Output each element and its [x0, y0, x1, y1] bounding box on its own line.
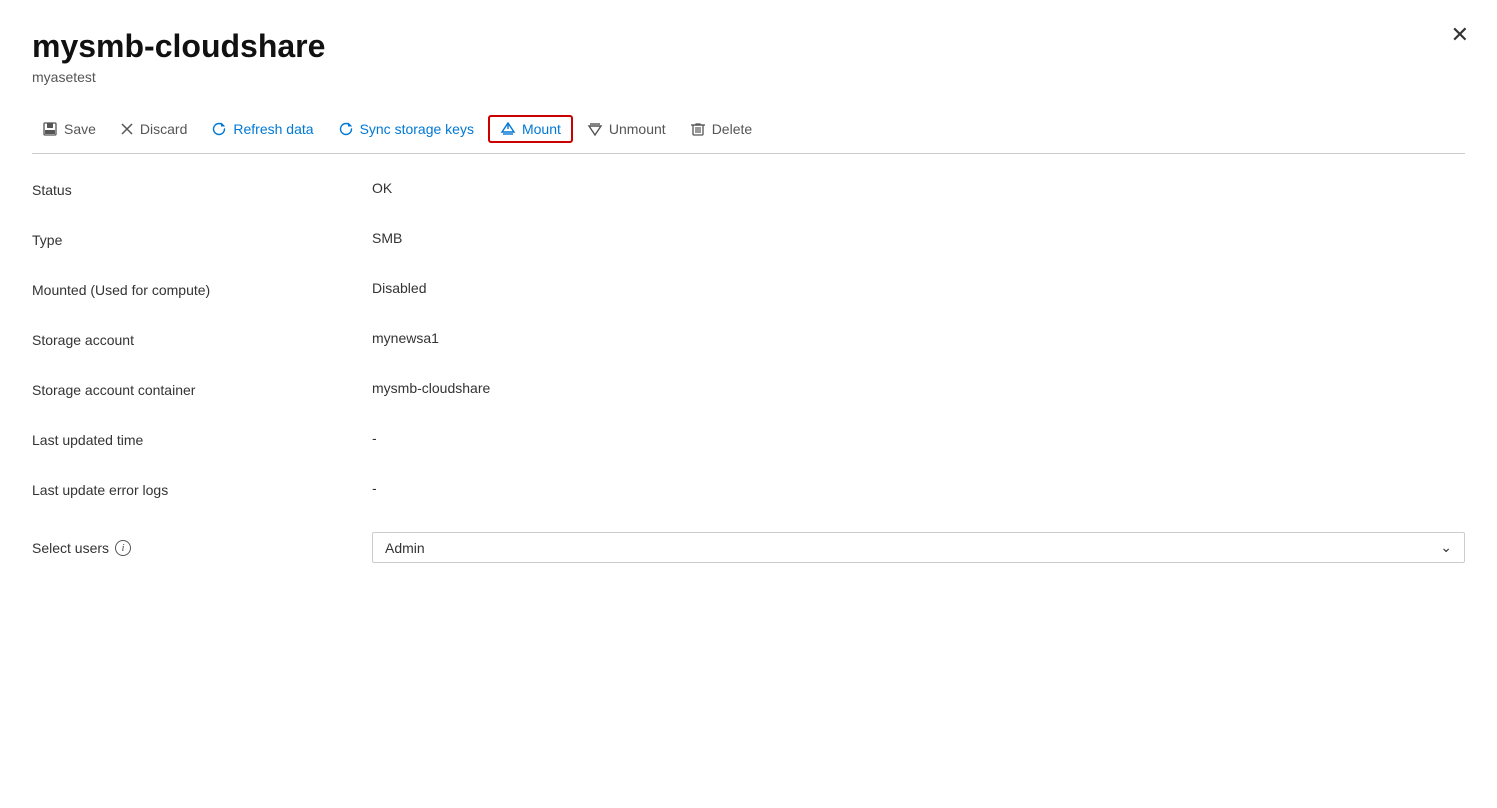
field-label-mounted: Mounted (Used for compute) [32, 280, 372, 298]
field-label-status: Status [32, 180, 372, 198]
field-label-storage-account: Storage account [32, 330, 372, 348]
save-icon [42, 121, 58, 137]
discard-button[interactable]: Discard [110, 115, 197, 143]
field-row-storage-container: Storage account container mysmb-cloudsha… [32, 364, 1465, 414]
field-row-mounted: Mounted (Used for compute) Disabled [32, 264, 1465, 314]
refresh-label: Refresh data [233, 121, 313, 137]
mount-button[interactable]: Mount [488, 115, 573, 143]
content-area: Status OK Type SMB Mounted (Used for com… [32, 154, 1465, 583]
select-users-dropdown[interactable]: Admin ⌄ [372, 532, 1465, 563]
select-users-info-icon: i [115, 540, 131, 556]
discard-label: Discard [140, 121, 187, 137]
discard-icon [120, 122, 134, 136]
field-row-last-updated: Last updated time - [32, 414, 1465, 464]
field-label-last-updated: Last updated time [32, 430, 372, 448]
select-users-text: Select users [32, 540, 109, 556]
delete-icon [690, 121, 706, 137]
unmount-icon [587, 121, 603, 137]
select-users-label: Select users i [32, 540, 372, 556]
field-row-storage-account: Storage account mynewsa1 [32, 314, 1465, 364]
toolbar: Save Discard Refresh data [32, 105, 1465, 154]
panel: ✕ mysmb-cloudshare myasetest Save [0, 0, 1497, 808]
delete-button[interactable]: Delete [680, 115, 762, 143]
sync-icon [338, 121, 354, 137]
sync-button[interactable]: Sync storage keys [328, 115, 484, 143]
unmount-button[interactable]: Unmount [577, 115, 676, 143]
refresh-icon [211, 121, 227, 137]
delete-label: Delete [712, 121, 752, 137]
mount-icon [500, 121, 516, 137]
close-button[interactable]: ✕ [1451, 24, 1469, 46]
field-value-mounted: Disabled [372, 280, 1465, 296]
panel-subtitle: myasetest [32, 69, 1465, 85]
field-value-error-logs: - [372, 480, 1465, 496]
field-value-status: OK [372, 180, 1465, 196]
select-users-value: Admin [385, 540, 425, 556]
field-value-storage-account: mynewsa1 [372, 330, 1465, 346]
field-value-type: SMB [372, 230, 1465, 246]
field-label-storage-container: Storage account container [32, 380, 372, 398]
save-button[interactable]: Save [32, 115, 106, 143]
unmount-label: Unmount [609, 121, 666, 137]
field-label-error-logs: Last update error logs [32, 480, 372, 498]
chevron-down-icon: ⌄ [1440, 539, 1452, 556]
refresh-button[interactable]: Refresh data [201, 115, 323, 143]
field-value-last-updated: - [372, 430, 1465, 446]
field-label-type: Type [32, 230, 372, 248]
field-row-type: Type SMB [32, 214, 1465, 264]
save-label: Save [64, 121, 96, 137]
field-value-storage-container: mysmb-cloudshare [372, 380, 1465, 396]
panel-title: mysmb-cloudshare [32, 28, 1465, 65]
field-row-status: Status OK [32, 164, 1465, 214]
field-row-error-logs: Last update error logs - [32, 464, 1465, 514]
select-users-row: Select users i Admin ⌄ [32, 514, 1465, 573]
mount-label: Mount [522, 121, 561, 137]
close-icon: ✕ [1451, 22, 1469, 47]
sync-label: Sync storage keys [360, 121, 474, 137]
